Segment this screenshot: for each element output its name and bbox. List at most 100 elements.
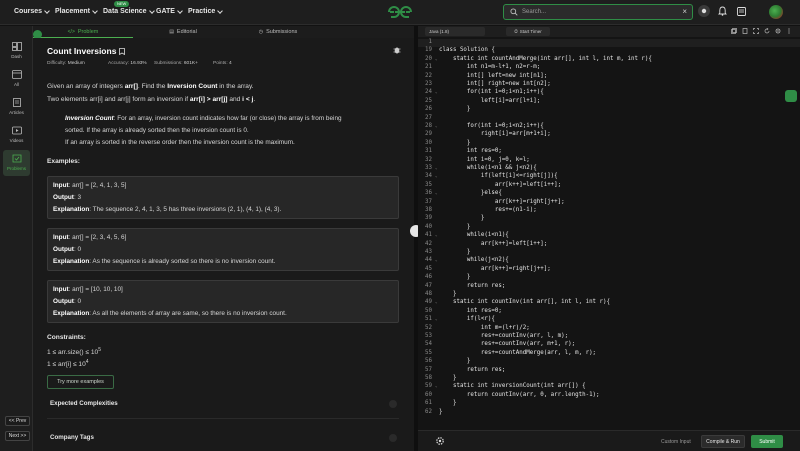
fold-chevron-icon[interactable]: ⌄: [435, 383, 437, 388]
company-tags-accordion[interactable]: Company Tags: [50, 434, 94, 441]
tab-editorial[interactable]: ▤ Editorial: [153, 26, 213, 38]
code-line[interactable]: 31 int res=0;: [418, 148, 800, 156]
code-line[interactable]: 62}: [418, 409, 800, 417]
code-line[interactable]: 56 }: [418, 358, 800, 366]
sidebar-item-articles[interactable]: Articles: [3, 94, 30, 120]
code-line[interactable]: 27: [418, 115, 800, 123]
code-line[interactable]: 44 ⌄ while(j<n2){: [418, 257, 800, 265]
gear-icon[interactable]: [435, 436, 445, 446]
code-line[interactable]: 26 }: [418, 106, 800, 114]
fold-chevron-icon[interactable]: ⌄: [435, 173, 437, 178]
bookmark-icon[interactable]: [119, 47, 126, 55]
code-line[interactable]: 37 arr[k++]=right[j++];: [418, 199, 800, 207]
code-line[interactable]: 41 ⌄ while(i<n1){: [418, 232, 800, 240]
theme-toggle-icon[interactable]: [698, 5, 710, 17]
bug-report-icon[interactable]: [393, 46, 401, 54]
code-line[interactable]: 60 return countInv(arr, 0, arr.length-1)…: [418, 392, 800, 400]
expected-complexities-accordion[interactable]: Expected Complexities: [50, 400, 118, 407]
try-more-examples-button[interactable]: Try more examples: [47, 375, 114, 389]
fold-chevron-icon[interactable]: ⌄: [435, 316, 437, 321]
submit-button[interactable]: Submit: [751, 435, 783, 448]
code-line[interactable]: 47 return res;: [418, 283, 800, 291]
more-icon[interactable]: [786, 28, 792, 34]
fold-chevron-icon[interactable]: ⌄: [435, 89, 437, 94]
nav-courses[interactable]: Courses: [14, 7, 50, 15]
code-line[interactable]: 42 arr[k++]=left[i++];: [418, 241, 800, 249]
chevron-down-icon[interactable]: [389, 400, 397, 408]
prev-button[interactable]: << Prev: [5, 416, 30, 426]
fold-chevron-icon[interactable]: ⌄: [435, 257, 437, 262]
code-line[interactable]: 40 }: [418, 224, 800, 232]
code-line[interactable]: 55 res+=countAndMerge(arr, l, m, r);: [418, 350, 800, 358]
label: Input: [53, 286, 69, 293]
code-line[interactable]: 22 int[] left=new int[n1];: [418, 73, 800, 81]
bookmark-list-icon[interactable]: [737, 7, 746, 16]
code-line[interactable]: 36 ⌄ }else{: [418, 190, 800, 198]
code-line[interactable]: 48 }: [418, 291, 800, 299]
custom-input-button[interactable]: Custom Input: [661, 439, 691, 445]
code-line[interactable]: 25 left[i]=arr[l+i];: [418, 98, 800, 106]
code-line[interactable]: 61 }: [418, 400, 800, 408]
fullscreen-icon[interactable]: [753, 28, 759, 34]
code-line[interactable]: 57 return res;: [418, 367, 800, 375]
search-input[interactable]: Search... ×: [503, 4, 693, 20]
chat-icon[interactable]: [785, 90, 797, 102]
code-line[interactable]: 43 }: [418, 249, 800, 257]
start-timer-button[interactable]: ⏱ Start Timer: [506, 27, 550, 36]
nav-data-science[interactable]: Data Science: [103, 7, 155, 15]
code-line[interactable]: 33 ⌄ while(i<n1 && j<n2){: [418, 165, 800, 173]
sidebar-item-videos[interactable]: Videos: [3, 122, 30, 148]
settings-icon[interactable]: [775, 28, 781, 34]
code-line[interactable]: 35 arr[k++]=left[i++];: [418, 182, 800, 190]
sidebar-item-all[interactable]: All: [3, 66, 30, 92]
file-icon[interactable]: [742, 28, 748, 34]
language-select[interactable]: Java (1.8): [425, 27, 485, 36]
code-line[interactable]: 29 right[i]=arr[m+1+i];: [418, 131, 800, 139]
code-line[interactable]: 23 int[] right=new int[n2];: [418, 81, 800, 89]
code-line[interactable]: 30 }: [418, 140, 800, 148]
code-line[interactable]: 32 int i=0, j=0, k=l;: [418, 157, 800, 165]
code-line[interactable]: 52 int m=(l+r)/2;: [418, 325, 800, 333]
fold-chevron-icon[interactable]: ⌄: [435, 190, 437, 195]
code-line[interactable]: 34 ⌄ if(left[i]<=right[j]){: [418, 173, 800, 181]
gfg-logo-icon[interactable]: [386, 4, 414, 20]
code-line[interactable]: 28 ⌄ for(int i=0;i<n2;i++){: [418, 123, 800, 131]
nav-gate[interactable]: GATE: [156, 7, 183, 15]
code-line[interactable]: 54 res+=countInv(arr, m+1, r);: [418, 341, 800, 349]
close-icon[interactable]: ×: [682, 7, 687, 16]
code-line[interactable]: 20 ⌄ static int countAndMerge(int arr[], …: [418, 56, 800, 64]
chevron-down-icon[interactable]: [389, 434, 397, 442]
code-line[interactable]: 45 arr[k++]=right[j++];: [418, 266, 800, 274]
code-line[interactable]: 53 res+=countInv(arr, l, m);: [418, 333, 800, 341]
reset-icon[interactable]: [764, 28, 770, 34]
fold-chevron-icon[interactable]: ⌄: [435, 232, 437, 237]
code-line[interactable]: 24 ⌄ for(int i=0;i<n1;i++){: [418, 89, 800, 97]
nav-placement[interactable]: Placement: [55, 7, 98, 15]
code-line[interactable]: 46 }: [418, 274, 800, 282]
code-line[interactable]: 49 ⌄ static int countInv(int arr[], int l…: [418, 299, 800, 307]
compile-run-button[interactable]: Compile & Run: [701, 435, 745, 448]
next-button[interactable]: Next >>: [5, 431, 30, 441]
tab-problem[interactable]: </> Problem: [33, 26, 133, 38]
sidebar-item-problems[interactable]: Problems: [3, 150, 30, 176]
fold-chevron-icon[interactable]: ⌄: [435, 123, 437, 128]
nav-practice[interactable]: Practice: [188, 7, 224, 15]
code-line[interactable]: 50 int res=0;: [418, 308, 800, 316]
code-line[interactable]: 21 int n1=m-l+1, n2=r-m;: [418, 64, 800, 72]
code-editor[interactable]: 1 19 class Solution {20 ⌄ static int countA…: [418, 37, 800, 430]
code-line[interactable]: 39 }: [418, 215, 800, 223]
avatar[interactable]: [769, 5, 783, 19]
code-line[interactable]: 59 ⌄ static int inversionCount(int arr[])…: [418, 383, 800, 391]
bell-icon[interactable]: [718, 6, 727, 16]
copy-icon[interactable]: [731, 28, 737, 34]
fold-chevron-icon[interactable]: ⌄: [435, 56, 437, 61]
code-line[interactable]: 19 class Solution {: [418, 47, 800, 55]
sidebar-item-dash[interactable]: Dash: [3, 38, 30, 64]
code-line[interactable]: 38 res+=(n1-i);: [418, 207, 800, 215]
code-line[interactable]: 1: [418, 39, 800, 47]
tab-submissions[interactable]: ◷ Submissions: [243, 26, 313, 38]
fold-chevron-icon[interactable]: ⌄: [435, 165, 437, 170]
fold-chevron-icon[interactable]: ⌄: [435, 299, 437, 304]
code-line[interactable]: 51 ⌄ if(l<r){: [418, 316, 800, 324]
code-line[interactable]: 58 }: [418, 375, 800, 383]
